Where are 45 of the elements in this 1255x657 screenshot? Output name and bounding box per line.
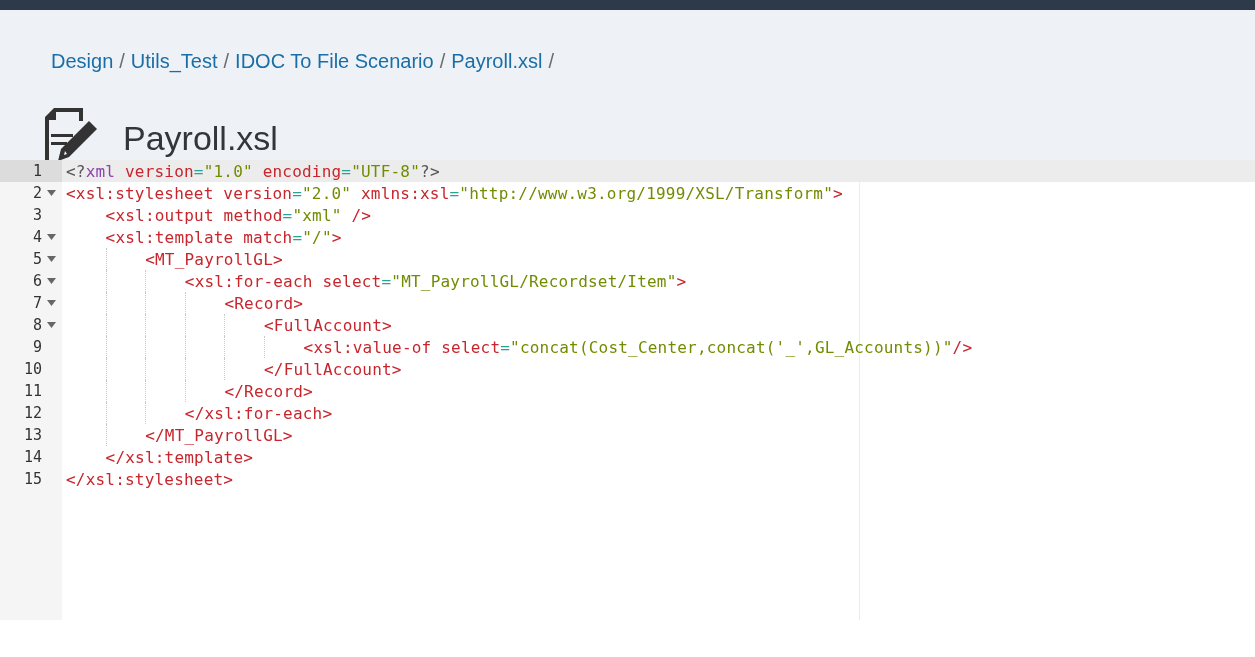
- line-number: 4: [31, 228, 42, 246]
- line-number: 2: [31, 184, 42, 202]
- code-line: <Record>: [224, 293, 304, 313]
- breadcrumb-separator: /: [439, 50, 446, 73]
- code-line: <?xml version="1.0" encoding="UTF-8"?>: [66, 161, 440, 181]
- code-line: </Record>: [224, 381, 313, 401]
- code-line: <xsl:for-each select="MT_PayrollGL/Recordset/Item">: [184, 271, 687, 291]
- code-line: </xsl:template>: [105, 447, 254, 467]
- line-number: 5: [31, 250, 42, 268]
- code-line: <FullAccount>: [264, 315, 392, 335]
- fold-caret-icon[interactable]: [47, 300, 56, 306]
- fold-caret-icon[interactable]: [47, 190, 56, 196]
- breadcrumb-separator: /: [223, 50, 230, 73]
- line-number: 10: [22, 360, 42, 378]
- code-line: </xsl:for-each>: [184, 403, 333, 423]
- line-number: 9: [31, 338, 42, 356]
- line-number: 3: [31, 206, 42, 224]
- code-line: <xsl:stylesheet version="2.0" xmlns:xsl="http://www.w3.org/1999/XSL/Transform">: [66, 183, 843, 203]
- breadcrumb-separator: /: [548, 50, 554, 73]
- fold-caret-icon[interactable]: [47, 234, 56, 240]
- line-number: 6: [31, 272, 42, 290]
- code-line: <xsl:template match="/">: [105, 227, 342, 247]
- fold-caret-icon[interactable]: [47, 278, 56, 284]
- code-line: <xsl:output method="xml" />: [105, 205, 372, 225]
- page-title: Payroll.xsl: [123, 118, 278, 158]
- breadcrumb-link[interactable]: Utils_Test: [130, 50, 218, 73]
- line-number: 15: [22, 470, 42, 488]
- line-number: 7: [31, 294, 42, 312]
- code-line: </FullAccount>: [264, 359, 402, 379]
- breadcrumb-link[interactable]: Design: [51, 50, 114, 73]
- line-number: 13: [22, 426, 42, 444]
- code-line: </MT_PayrollGL>: [145, 425, 293, 445]
- code-line: <xsl:value-of select="concat(Cost_Center,concat('_',GL_Accounts))"/>: [303, 337, 973, 357]
- line-number: 8: [31, 316, 42, 334]
- fold-caret-icon[interactable]: [47, 256, 56, 262]
- line-number: 12: [22, 404, 42, 422]
- fold-caret-icon[interactable]: [47, 322, 56, 328]
- line-number: 11: [22, 382, 42, 400]
- code-line: </xsl:stylesheet>: [66, 469, 234, 489]
- breadcrumb-link[interactable]: Payroll.xsl: [451, 50, 543, 73]
- code-line: <MT_PayrollGL>: [145, 249, 283, 269]
- line-number: 14: [22, 448, 42, 466]
- breadcrumb-separator: /: [119, 50, 125, 73]
- breadcrumb-link[interactable]: IDOC To File Scenario: [235, 50, 434, 73]
- line-number: 1: [31, 162, 42, 180]
